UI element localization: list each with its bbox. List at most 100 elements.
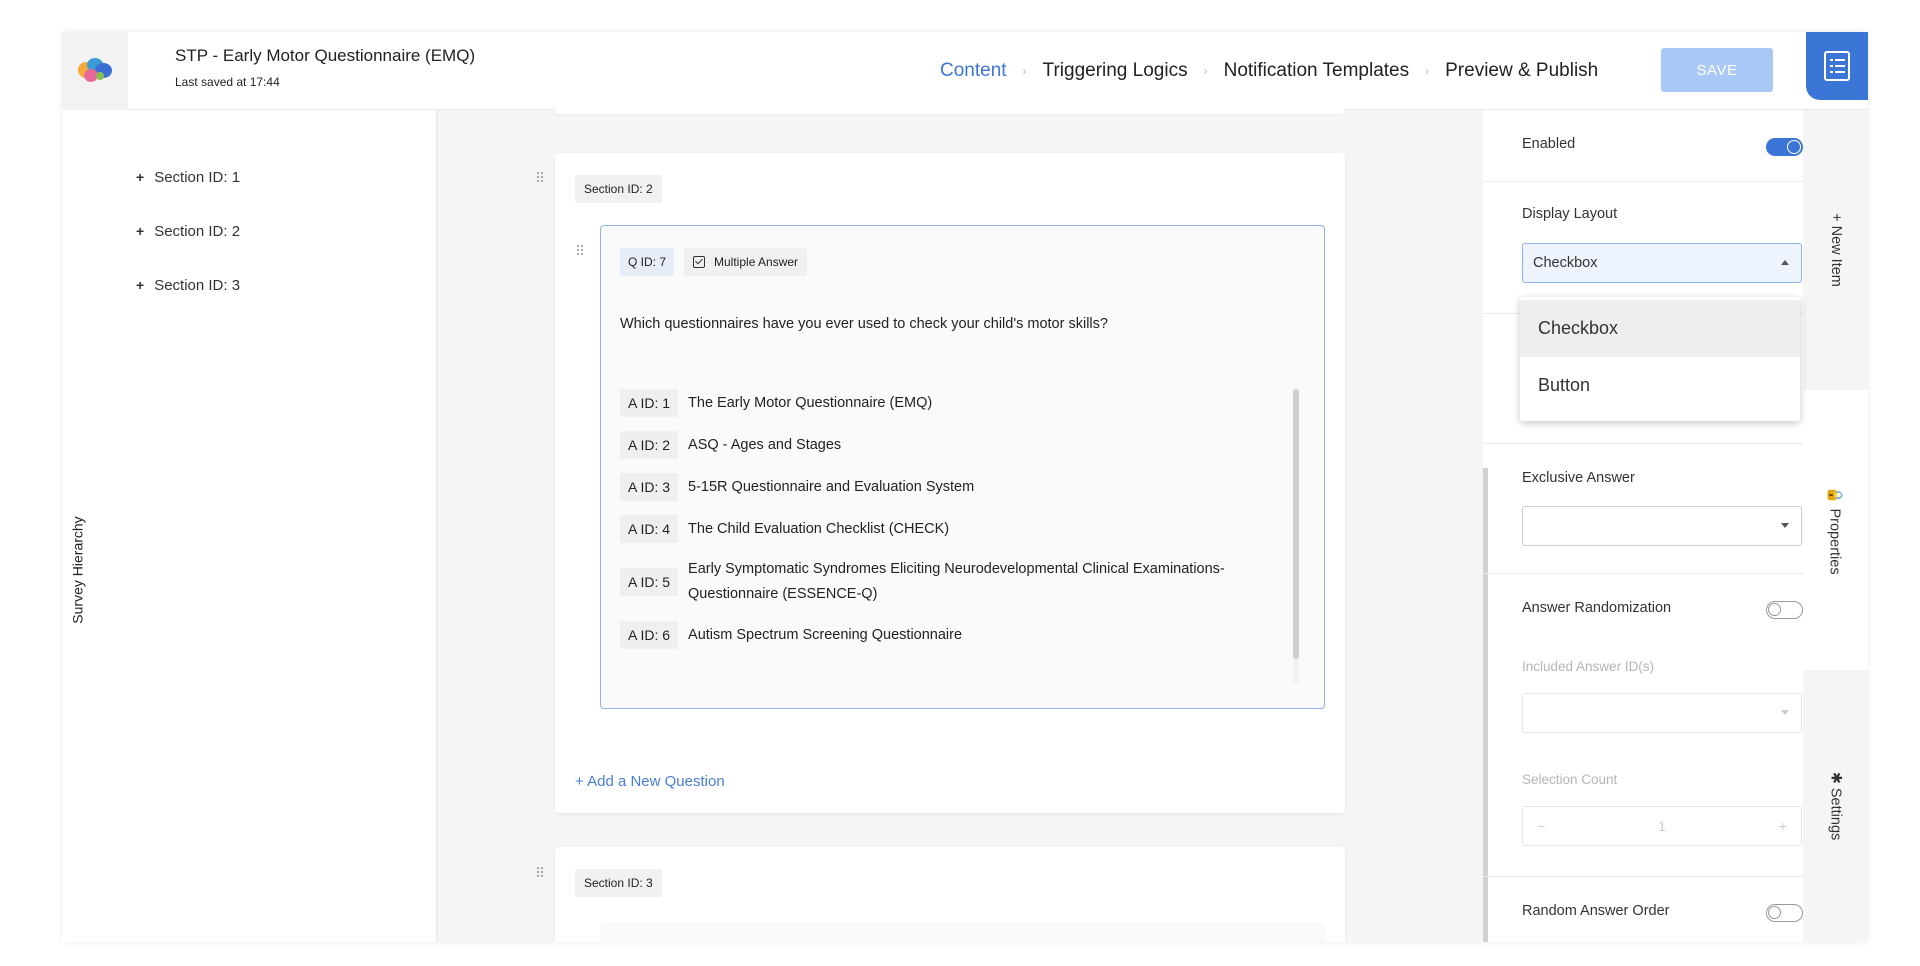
enabled-row: Enabled bbox=[1483, 110, 1803, 182]
answer-item[interactable]: A ID: 4 The Child Evaluation Checklist (… bbox=[620, 515, 1310, 543]
app-logo[interactable] bbox=[62, 32, 128, 110]
nav-triggering-logics[interactable]: Triggering Logics bbox=[1043, 60, 1188, 82]
selection-count-value: 1 bbox=[1658, 818, 1666, 834]
form-list-icon bbox=[1824, 51, 1850, 81]
tab-properties[interactable]: 🔒 Properties bbox=[1803, 390, 1868, 670]
random-answer-order-label: Random Answer Order bbox=[1522, 903, 1670, 919]
included-answer-select[interactable] bbox=[1522, 693, 1802, 733]
survey-hierarchy-tab[interactable]: Survey Hierarchy bbox=[64, 490, 92, 650]
tab-settings[interactable]: ✱ Settings bbox=[1803, 670, 1868, 942]
exclusive-answer-row: Exclusive Answer bbox=[1483, 444, 1803, 574]
display-layout-select[interactable]: Checkbox bbox=[1522, 243, 1802, 283]
answer-item[interactable]: A ID: 3 5-15R Questionnaire and Evaluati… bbox=[620, 473, 1310, 501]
answer-item[interactable]: A ID: 6 Autism Spectrum Screening Questi… bbox=[620, 621, 1310, 649]
plus-icon[interactable]: + bbox=[136, 277, 144, 293]
checkbox-checked-icon bbox=[693, 256, 706, 268]
answer-text: Early Symptomatic Syndromes Eliciting Ne… bbox=[688, 561, 1225, 602]
nav-content[interactable]: Content bbox=[940, 60, 1007, 82]
answer-randomization-row: Answer Randomization Included Answer ID(… bbox=[1483, 574, 1803, 877]
nav-notification-templates[interactable]: Notification Templates bbox=[1224, 60, 1410, 82]
last-saved-status: Last saved at 17:44 bbox=[175, 75, 280, 89]
save-button[interactable]: SAVE bbox=[1661, 48, 1773, 92]
new-item-tab-label: + New Item bbox=[1827, 213, 1844, 287]
answer-id-tag: A ID: 1 bbox=[620, 389, 679, 417]
question-type-tag: Multiple Answer bbox=[684, 248, 808, 276]
drag-handle-icon[interactable]: ⠿ bbox=[575, 243, 587, 259]
answer-text: The Early Motor Questionnaire (EMQ) bbox=[688, 394, 933, 411]
enabled-toggle[interactable] bbox=[1766, 138, 1803, 156]
plus-icon[interactable]: + bbox=[136, 169, 144, 185]
random-answer-order-toggle[interactable] bbox=[1766, 904, 1803, 922]
nav-preview-publish[interactable]: Preview & Publish bbox=[1445, 60, 1598, 82]
settings-tab-label: ✱ Settings bbox=[1827, 771, 1844, 841]
survey-canvas: ⠿ Section ID: 2 ⠿ Q ID: 7 Multiple Answe… bbox=[438, 100, 1483, 942]
answer-id-tag: A ID: 2 bbox=[620, 431, 679, 459]
chevron-right-icon: › bbox=[1425, 64, 1430, 78]
answer-text: ASQ - Ages and Stages bbox=[688, 436, 842, 453]
answer-item[interactable]: A ID: 5 Early Symptomatic Syndromes Elic… bbox=[620, 557, 1310, 607]
section-card-3: Section ID: 3 bbox=[555, 847, 1345, 942]
brain-logo-icon bbox=[78, 58, 112, 84]
section-id-tag: Section ID: 3 bbox=[575, 869, 662, 897]
answer-id-tag: A ID: 5 bbox=[620, 568, 679, 596]
tree-item-section-3[interactable]: + Section ID: 3 bbox=[136, 258, 240, 312]
option-checkbox[interactable]: Checkbox bbox=[1520, 300, 1800, 357]
chevron-right-icon: › bbox=[1022, 64, 1027, 78]
answer-randomization-toggle[interactable] bbox=[1766, 601, 1803, 619]
question-card[interactable] bbox=[600, 922, 1325, 942]
section-id-tag: Section ID: 2 bbox=[575, 175, 662, 203]
included-answer-label: Included Answer ID(s) bbox=[1522, 659, 1655, 674]
question-id-tag: Q ID: 7 bbox=[620, 248, 675, 276]
survey-hierarchy-panel: Survey Hierarchy + Section ID: 1 + Secti… bbox=[62, 110, 437, 942]
tree-item-section-1[interactable]: + Section ID: 1 bbox=[136, 150, 240, 204]
exclusive-answer-label: Exclusive Answer bbox=[1522, 470, 1635, 486]
answer-id-tag: A ID: 6 bbox=[620, 621, 679, 649]
drag-handle-icon[interactable]: ⠿ bbox=[535, 865, 547, 881]
caret-down-icon bbox=[1781, 710, 1789, 715]
answer-text: The Child Evaluation Checklist (CHECK) bbox=[688, 520, 950, 537]
top-header: STP - Early Motor Questionnaire (EMQ) La… bbox=[62, 32, 1868, 110]
tree-item-label: Section ID: 1 bbox=[154, 168, 241, 186]
answer-list-scrollbar[interactable] bbox=[1293, 389, 1299, 684]
question-text[interactable]: Which questionnaires have you ever used … bbox=[620, 316, 1108, 332]
step-navigation: Content › Triggering Logics › Notificati… bbox=[940, 60, 1598, 82]
add-question-link[interactable]: + Add a New Question bbox=[575, 773, 725, 790]
caret-down-icon bbox=[1781, 523, 1789, 528]
plus-icon[interactable]: + bbox=[1779, 818, 1787, 834]
answer-id-tag: A ID: 3 bbox=[620, 473, 679, 501]
answer-randomization-label: Answer Randomization bbox=[1522, 600, 1672, 616]
random-answer-order-row: Random Answer Order bbox=[1483, 877, 1803, 942]
properties-panel: Enabled Display Layout Checkbox Exclusiv… bbox=[1483, 110, 1803, 942]
survey-hierarchy-label: Survey Hierarchy bbox=[70, 516, 86, 624]
chevron-right-icon: › bbox=[1203, 64, 1208, 78]
tab-new-item[interactable]: + New Item bbox=[1803, 110, 1868, 390]
right-side-tabs: + New Item 🔒 Properties ✱ Settings bbox=[1803, 110, 1868, 942]
survey-title: STP - Early Motor Questionnaire (EMQ) bbox=[175, 46, 476, 65]
enabled-label: Enabled bbox=[1522, 136, 1576, 152]
display-layout-dropdown: Checkbox Button bbox=[1520, 297, 1800, 421]
selection-count-stepper[interactable]: − 1 + bbox=[1522, 806, 1802, 846]
section-card-2: Section ID: 2 ⠿ Q ID: 7 Multiple Answer … bbox=[555, 153, 1345, 813]
option-button[interactable]: Button bbox=[1520, 357, 1800, 414]
answer-text: 5-15R Questionnaire and Evaluation Syste… bbox=[688, 478, 975, 495]
question-type-label: Multiple Answer bbox=[714, 255, 799, 269]
minus-icon[interactable]: − bbox=[1537, 818, 1545, 834]
selection-count-label: Selection Count bbox=[1522, 772, 1618, 787]
answer-list: A ID: 1 The Early Motor Questionnaire (E… bbox=[620, 389, 1310, 684]
display-layout-value: Checkbox bbox=[1533, 255, 1598, 271]
answer-id-tag: A ID: 4 bbox=[620, 515, 679, 543]
exclusive-answer-select[interactable] bbox=[1522, 506, 1802, 546]
properties-tab-label: 🔒 Properties bbox=[1827, 485, 1844, 575]
answer-item[interactable]: A ID: 1 The Early Motor Questionnaire (E… bbox=[620, 389, 1310, 417]
question-card[interactable]: Q ID: 7 Multiple Answer Which questionna… bbox=[600, 225, 1325, 709]
plus-icon[interactable]: + bbox=[136, 223, 144, 239]
display-layout-label: Display Layout bbox=[1522, 206, 1618, 222]
drag-handle-icon[interactable]: ⠿ bbox=[535, 170, 547, 186]
section-card-previous bbox=[555, 100, 1345, 114]
form-list-button[interactable] bbox=[1806, 32, 1868, 100]
answer-text: Autism Spectrum Screening Questionnaire bbox=[688, 626, 963, 643]
tree-item-section-2[interactable]: + Section ID: 2 bbox=[136, 204, 240, 258]
app-frame: STP - Early Motor Questionnaire (EMQ) La… bbox=[62, 32, 1868, 942]
tree-item-label: Section ID: 2 bbox=[154, 222, 241, 240]
answer-item[interactable]: A ID: 2 ASQ - Ages and Stages bbox=[620, 431, 1310, 459]
